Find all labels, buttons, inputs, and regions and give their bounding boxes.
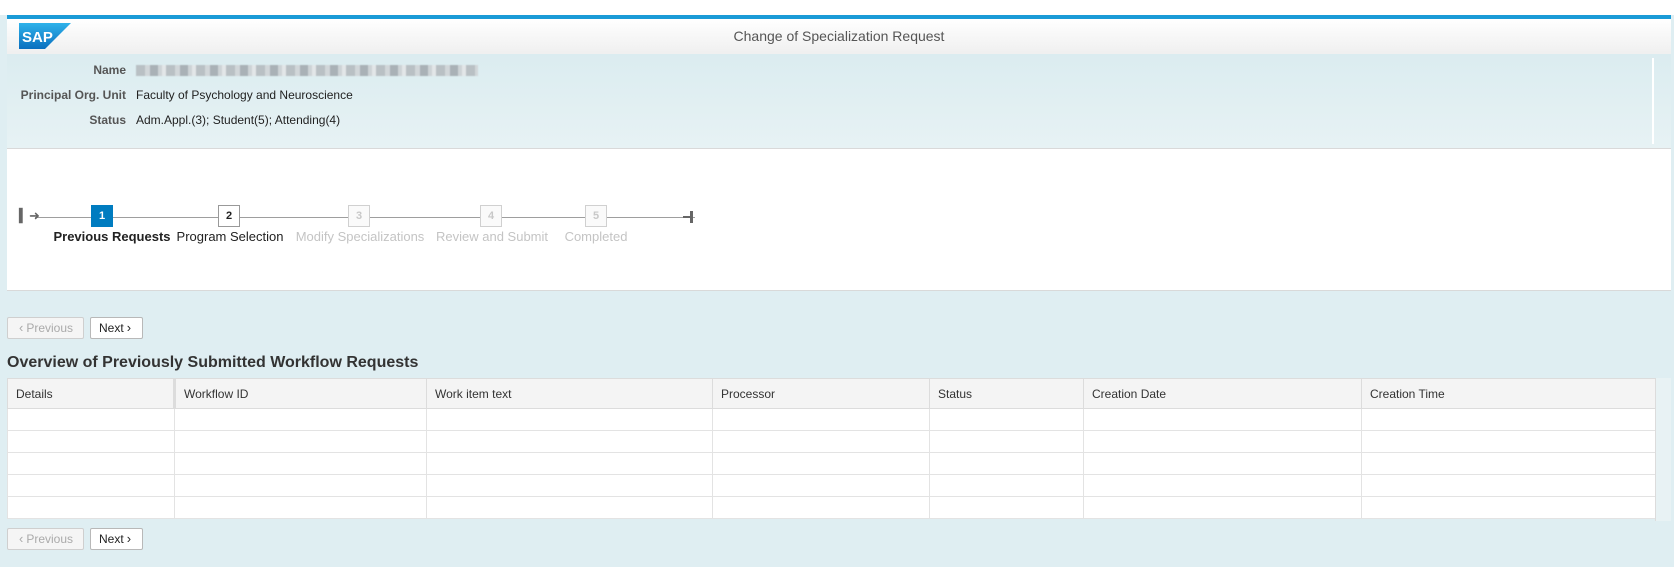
column-header-processor[interactable]: Processor xyxy=(712,378,930,409)
table-cell[interactable] xyxy=(712,408,930,431)
previous-button[interactable]: ‹ Previous xyxy=(7,528,84,550)
next-label: Next xyxy=(99,321,124,335)
top-strip xyxy=(0,0,1674,15)
message-area xyxy=(7,148,1671,176)
header-scrollbar[interactable] xyxy=(1652,58,1654,144)
previous-button[interactable]: ‹ Previous xyxy=(7,317,84,339)
table-row[interactable] xyxy=(7,474,1656,497)
table-cell[interactable] xyxy=(1361,496,1656,519)
workflow-requests-table: Details Workflow ID Work item text Proce… xyxy=(7,378,1656,519)
step-number[interactable]: 2 xyxy=(218,205,240,227)
column-header-creation-time[interactable]: Creation Time xyxy=(1361,378,1656,409)
section-title: Overview of Previously Submitted Workflo… xyxy=(7,354,419,371)
table-cell[interactable] xyxy=(712,474,930,497)
table-cell[interactable] xyxy=(929,496,1084,519)
step-label[interactable]: Previous Requests xyxy=(53,229,170,244)
table-cell[interactable] xyxy=(174,496,427,519)
column-header-creation-date[interactable]: Creation Date xyxy=(1083,378,1362,409)
table-row[interactable] xyxy=(7,452,1656,475)
step-number[interactable]: 1 xyxy=(91,205,113,227)
chevron-right-icon: › xyxy=(126,531,132,546)
name-value xyxy=(136,61,478,81)
table-cell[interactable] xyxy=(426,474,713,497)
previous-label: Previous xyxy=(26,321,74,335)
column-header-workflow-id[interactable]: Workflow ID xyxy=(174,378,427,409)
table-cell[interactable] xyxy=(426,452,713,475)
chevron-right-icon: › xyxy=(126,320,132,335)
shell-header: SAP Change of Specialization Request xyxy=(7,15,1671,58)
table-cell[interactable] xyxy=(426,408,713,431)
table-cell[interactable] xyxy=(1361,408,1656,431)
table-cell[interactable] xyxy=(712,430,930,453)
column-header-status[interactable]: Status xyxy=(929,378,1084,409)
org-unit-label: Principal Org. Unit xyxy=(20,88,126,102)
step-label: Completed xyxy=(564,229,628,244)
table-cell[interactable] xyxy=(712,496,930,519)
roadmap: ▍➜ 1 Previous Requests 2 Program Selecti… xyxy=(7,175,1671,291)
table-cell[interactable] xyxy=(1361,474,1656,497)
step-number: 4 xyxy=(480,205,502,227)
table-cell[interactable] xyxy=(174,408,427,431)
table-cell[interactable] xyxy=(174,452,427,475)
table-cell[interactable] xyxy=(426,496,713,519)
table-cell[interactable] xyxy=(1083,408,1362,431)
next-label: Next xyxy=(99,532,124,546)
name-label: Name xyxy=(93,63,126,77)
table-cell[interactable] xyxy=(929,452,1084,475)
chevron-left-icon: ‹ xyxy=(19,320,24,335)
table-row[interactable] xyxy=(7,430,1656,453)
previous-label: Previous xyxy=(26,532,74,546)
org-unit-value: Faculty of Psychology and Neuroscience xyxy=(136,88,353,102)
column-header-work-item-text[interactable]: Work item text xyxy=(426,378,713,409)
step-label[interactable]: Program Selection xyxy=(177,229,284,244)
table-row[interactable] xyxy=(7,496,1656,519)
table-cell[interactable] xyxy=(929,408,1084,431)
table-cell[interactable] xyxy=(1361,430,1656,453)
table-cell[interactable] xyxy=(7,430,175,453)
roadmap-start-icon: ▍➜ xyxy=(19,208,40,223)
table-cell[interactable] xyxy=(1083,452,1362,475)
table-cell[interactable] xyxy=(7,408,175,431)
table-cell[interactable] xyxy=(7,496,175,519)
table-scrollbar[interactable] xyxy=(1655,378,1671,521)
roadmap-end-icon xyxy=(683,211,693,223)
table-cell[interactable] xyxy=(1361,452,1656,475)
table-cell[interactable] xyxy=(1083,474,1362,497)
table-cell[interactable] xyxy=(7,452,175,475)
table-cell[interactable] xyxy=(929,430,1084,453)
chevron-left-icon: ‹ xyxy=(19,531,24,546)
redacted-name xyxy=(136,65,478,76)
table-cell[interactable] xyxy=(426,430,713,453)
step-number: 5 xyxy=(585,205,607,227)
table-cell[interactable] xyxy=(1083,496,1362,519)
table-cell[interactable] xyxy=(174,430,427,453)
next-button[interactable]: Next › xyxy=(90,317,143,339)
next-button[interactable]: Next › xyxy=(90,528,143,550)
table-cell[interactable] xyxy=(7,474,175,497)
status-value: Adm.Appl.(3); Student(5); Attending(4) xyxy=(136,113,341,127)
header-panel: Name Principal Org. Unit Faculty of Psyc… xyxy=(7,54,1671,148)
table-header-row: Details Workflow ID Work item text Proce… xyxy=(7,378,1656,409)
table-cell[interactable] xyxy=(712,452,930,475)
status-label: Status xyxy=(89,113,126,127)
column-header-details[interactable]: Details xyxy=(7,378,176,409)
step-number: 3 xyxy=(348,205,370,227)
step-label: Modify Specializations xyxy=(295,229,425,244)
table-row[interactable] xyxy=(7,408,1656,431)
step-label: Review and Submit xyxy=(436,229,548,244)
table-cell[interactable] xyxy=(1083,430,1362,453)
page-title: Change of Specialization Request xyxy=(733,28,945,44)
table-cell[interactable] xyxy=(929,474,1084,497)
table-cell[interactable] xyxy=(174,474,427,497)
